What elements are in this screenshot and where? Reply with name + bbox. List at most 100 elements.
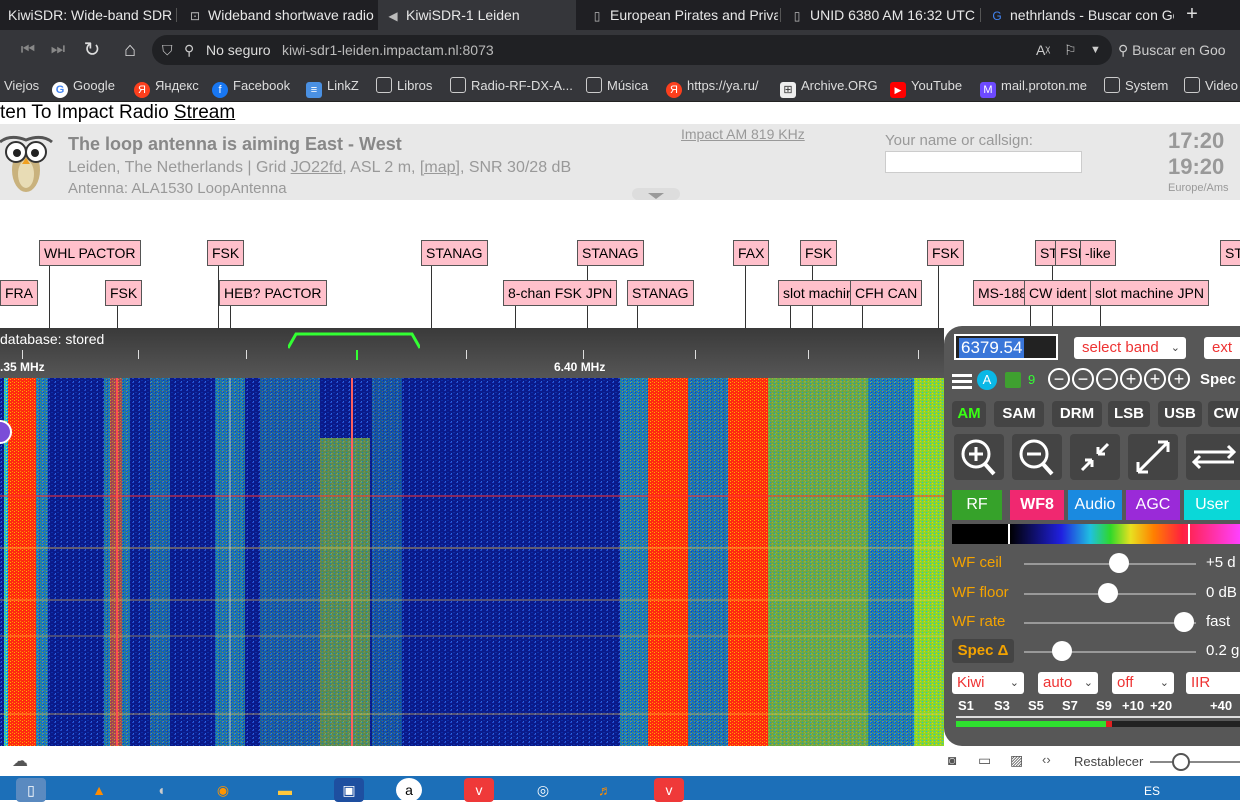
wf-ceil-knob[interactable]: [1108, 553, 1129, 573]
zoom-reset-label[interactable]: Restablecer: [1074, 754, 1143, 769]
bookmark-radio-rf-dx[interactable]: Radio-RF-DX-A...: [450, 77, 573, 95]
label-cw-ident[interactable]: CW ident: [1024, 280, 1092, 306]
collapse-header-button[interactable]: [632, 188, 680, 200]
spec-delta-knob[interactable]: [1051, 641, 1072, 661]
frequency-input[interactable]: 6379.54: [954, 334, 1058, 360]
filter-select[interactable]: IIR: [1186, 672, 1240, 694]
waterfall-display[interactable]: [0, 378, 944, 746]
reload-icon[interactable]: ↻: [80, 38, 104, 62]
label-stanag[interactable]: STANAG: [577, 240, 644, 266]
folder-icon[interactable]: ▬: [270, 778, 300, 802]
new-tab-button[interactable]: +: [1180, 3, 1204, 27]
speaker-icon[interactable]: ◖: [146, 778, 176, 802]
bookmark-google[interactable]: G Google: [52, 77, 115, 98]
spec-delta-track[interactable]: [1024, 651, 1196, 653]
security-label[interactable]: No seguro: [206, 35, 271, 65]
tab-unid-6380[interactable]: ▯ UNID 6380 AM 16:32 UTC: [782, 0, 978, 30]
label-fsk[interactable]: FSK: [207, 240, 245, 266]
home-icon[interactable]: ⌂: [118, 38, 142, 62]
callsign-input[interactable]: [885, 151, 1082, 173]
tab-kiwisdr-leiden[interactable]: ◀ KiwiSDR-1 Leiden: [378, 0, 576, 30]
label-fra[interactable]: FRA: [0, 280, 38, 306]
search-input[interactable]: ⚲ Buscar en Goo: [1118, 35, 1240, 65]
translate-icon[interactable]: Aᵡ: [1036, 35, 1050, 65]
zoom-slider-knob[interactable]: [1172, 753, 1190, 771]
app-a-icon[interactable]: a: [396, 778, 422, 802]
spectrum-toggle[interactable]: Spec: [1200, 371, 1236, 388]
label-slot-machine[interactable]: slot machin: [778, 280, 859, 306]
tab-wideband-shortwave[interactable]: ⊡ Wideband shortwave radio: [180, 0, 376, 30]
first-page-icon[interactable]: ⏮: [16, 38, 40, 62]
tab-wf8[interactable]: WF8: [1010, 490, 1064, 520]
vivaldi-icon[interactable]: v: [654, 778, 684, 802]
label-slot-machine-jpn[interactable]: slot machine JPN: [1090, 280, 1209, 306]
tab-rf[interactable]: RF: [952, 490, 1002, 520]
tab-agc[interactable]: AGC: [1126, 490, 1180, 520]
aperture-select[interactable]: auto ⌄: [1038, 672, 1098, 694]
zoom-out-small-icon[interactable]: −: [1096, 368, 1118, 390]
bookmark-libros[interactable]: Libros: [376, 77, 432, 95]
spec-delta-button[interactable]: Spec Δ: [952, 639, 1014, 663]
shield-icon[interactable]: ⛉: [162, 35, 173, 65]
mute-icon[interactable]: [1005, 372, 1021, 388]
station-link[interactable]: Impact AM 819 KHz: [681, 126, 805, 142]
bookmark-linkz[interactable]: ≡ LinkZ: [306, 77, 359, 98]
audio-app-icon[interactable]: ♬: [590, 778, 620, 802]
label-stanag[interactable]: STANAG: [627, 280, 694, 306]
label-fsk[interactable]: FSK: [927, 240, 965, 266]
url-bar[interactable]: ⛉ ⚲ No seguro kiwi-sdr1-leiden.impactam.…: [152, 35, 1112, 65]
mode-lsb-button[interactable]: LSB: [1108, 401, 1150, 427]
colormap-ceil-marker[interactable]: [1188, 524, 1190, 544]
mode-am-button[interactable]: AM: [952, 401, 986, 427]
zoom-slider[interactable]: [1150, 753, 1240, 771]
cloud-icon[interactable]: ☁: [12, 751, 28, 771]
bookmark-musica[interactable]: Música: [586, 77, 648, 95]
window-icon[interactable]: ▭: [978, 752, 991, 769]
tab-audio[interactable]: Audio: [1068, 490, 1122, 520]
bookmark-system[interactable]: System: [1104, 77, 1168, 95]
stream-link[interactable]: Stream: [174, 102, 235, 123]
zoom-out-icon[interactable]: −: [1072, 368, 1094, 390]
forward-icon[interactable]: ⏭: [46, 38, 70, 62]
firefox-icon[interactable]: ◉: [208, 778, 238, 802]
image-icon[interactable]: ▨: [1010, 752, 1023, 769]
expand-arrows-icon[interactable]: [1128, 434, 1178, 480]
grid-link[interactable]: JO22fd: [291, 159, 343, 176]
bookmark-archive-org[interactable]: ⊞ Archive.ORG: [780, 77, 878, 98]
screenshot-icon[interactable]: ◙: [948, 752, 956, 768]
zoom-in-magnifier-icon[interactable]: [954, 434, 1004, 480]
zoom-out-magnifier-icon[interactable]: [1012, 434, 1062, 480]
cue-icon[interactable]: ◎: [528, 778, 558, 802]
colormap-floor-marker[interactable]: [1008, 524, 1010, 544]
mode-usb-button[interactable]: USB: [1158, 401, 1202, 427]
tab-user[interactable]: User: [1184, 490, 1240, 520]
zoom-in-small-icon[interactable]: +: [1120, 368, 1142, 390]
wf-floor-knob[interactable]: [1098, 583, 1119, 603]
bookmark-video[interactable]: Video: [1184, 77, 1238, 95]
wf-rate-track[interactable]: [1024, 622, 1196, 624]
label-like[interactable]: -like: [1080, 240, 1116, 266]
frequency-scale[interactable]: database: stored .35 MHz 6.40 MHz: [0, 328, 944, 378]
bookmark-yandex[interactable]: Я Яндекс: [134, 77, 199, 98]
chevron-down-icon[interactable]: ▼: [1090, 35, 1101, 65]
swap-arrows-icon[interactable]: [1186, 434, 1240, 480]
passband-indicator[interactable]: [286, 330, 422, 350]
file-icon[interactable]: ▯: [16, 778, 46, 802]
map-link[interactable]: [map]: [420, 159, 460, 176]
url-text[interactable]: kiwi-sdr1-leiden.impactam.nl:8073: [282, 35, 494, 65]
tab-google-search[interactable]: Gnethrlands - Buscar con Go: [982, 0, 1174, 30]
bookmark-proton-mail[interactable]: Mmail.proton.me: [980, 77, 1087, 98]
vlc-icon[interactable]: ▲: [84, 778, 114, 802]
vivaldi-icon[interactable]: v: [464, 778, 494, 802]
wf-rate-knob[interactable]: [1173, 612, 1194, 632]
label-stanag-partial[interactable]: ST: [1220, 240, 1240, 266]
zoom-in-max-icon[interactable]: +: [1168, 368, 1190, 390]
select-band-dropdown[interactable]: select band ⌄: [1074, 337, 1186, 359]
bookmark-icon[interactable]: ⚐: [1064, 35, 1077, 65]
label-fsk[interactable]: FSK: [105, 280, 143, 306]
bookmark-ya-ru[interactable]: Яhttps://ya.ru/: [666, 77, 759, 98]
bookmark-viejos[interactable]: Viejos: [4, 77, 39, 95]
menu-icon[interactable]: [952, 372, 972, 390]
mode-sam-button[interactable]: SAM: [994, 401, 1044, 427]
interp-select[interactable]: off ⌄: [1112, 672, 1174, 694]
